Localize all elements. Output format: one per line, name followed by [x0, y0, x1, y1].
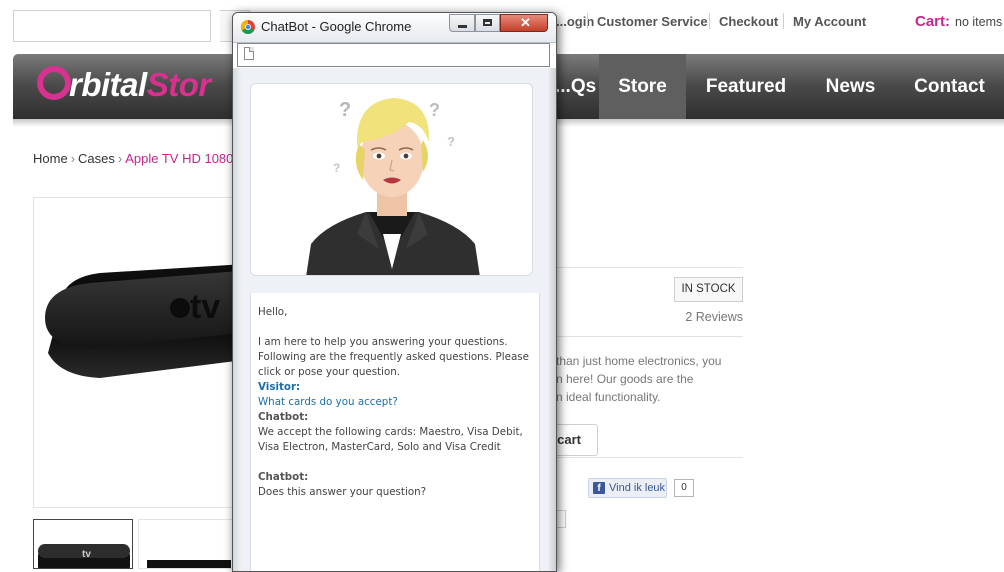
address-bar[interactable]	[237, 43, 550, 67]
svg-text:?: ?	[339, 99, 351, 121]
cart-label[interactable]: Cart:	[915, 13, 950, 30]
chatbot-label: Chatbot:	[258, 411, 309, 423]
divider	[709, 13, 710, 29]
close-icon: ✕	[520, 15, 531, 30]
logo-text: rbital	[69, 66, 147, 103]
nav-item-featured[interactable]: Featured	[686, 54, 806, 119]
product-thumbnail[interactable]	[138, 519, 238, 569]
minimize-icon	[458, 25, 467, 28]
store-logo[interactable]: rbitalStor	[37, 66, 211, 106]
svg-text:?: ?	[447, 134, 455, 149]
avatar-illustration: ? ? ? ?	[306, 98, 480, 275]
chatbot-content: ? ? ? ? Hello, I am here to help you ans…	[233, 68, 556, 571]
nav-item-contact[interactable]: Contact	[895, 54, 1004, 119]
chatbot-message: We accept the following cards: Maestro, …	[258, 426, 527, 453]
breadcrumb-separator: ›	[70, 151, 76, 166]
facebook-like-label: Vind ik leuk	[609, 482, 666, 494]
breadcrumb-current: Apple TV HD 1080	[125, 151, 234, 166]
reviews-link[interactable]: 2 Reviews	[650, 310, 743, 324]
nav-item-news[interactable]: News	[806, 54, 895, 119]
product-description-line: n ideal functionality.	[556, 390, 661, 404]
divider	[587, 13, 588, 29]
thumbnail-image	[147, 560, 231, 568]
chatbot-window[interactable]: ChatBot - Google Chrome ✕ ? ? ? ? Hello,…	[232, 12, 557, 572]
visitor-message[interactable]: What cards do you accept?	[258, 395, 530, 410]
svg-text:tv: tv	[190, 288, 220, 326]
my-account-link[interactable]: My Account	[793, 14, 866, 29]
divider	[783, 13, 784, 29]
chatbot-label: Chatbot:	[258, 471, 309, 483]
customer-service-link[interactable]: Customer Service	[597, 14, 708, 29]
login-link[interactable]: ...ogin	[556, 14, 594, 29]
window-title: ChatBot - Google Chrome	[261, 19, 412, 34]
divider	[556, 267, 743, 268]
breadcrumb-category[interactable]: Cases	[78, 151, 115, 166]
window-titlebar[interactable]: ChatBot - Google Chrome ✕	[233, 13, 556, 43]
thumbnail-image: tv	[38, 544, 130, 568]
facebook-icon: f	[593, 482, 605, 494]
minimize-button[interactable]	[449, 14, 475, 32]
facebook-like-count: 0	[674, 479, 694, 497]
divider	[556, 457, 743, 458]
facebook-like-button[interactable]: f Vind ik leuk	[588, 478, 667, 498]
chatbot-message: I am here to help you answering your que…	[258, 336, 533, 378]
scrollbar-track[interactable]	[548, 68, 556, 571]
svg-text:?: ?	[333, 161, 340, 175]
svg-text:tv: tv	[82, 549, 91, 560]
chat-log-panel[interactable]: Hello, I am here to help you answering yo…	[250, 293, 540, 571]
svg-text:?: ?	[429, 100, 440, 120]
breadcrumb-separator: ›	[117, 151, 123, 166]
divider	[556, 336, 743, 337]
logo-brand-text: Stor	[146, 66, 212, 103]
maximize-button[interactable]	[475, 14, 500, 32]
close-button[interactable]: ✕	[500, 14, 548, 32]
chat-spacer	[258, 320, 530, 335]
scrollbar-track[interactable]	[233, 68, 241, 571]
chatbot-message: Does this answer your question?	[258, 486, 427, 498]
product-description-line: than just home electronics, you	[556, 354, 722, 368]
chat-spacer	[258, 455, 530, 470]
visitor-label: Visitor:	[258, 381, 301, 393]
maximize-icon	[483, 19, 492, 26]
chat-log: Hello, I am here to help you answering yo…	[258, 305, 530, 500]
breadcrumb-home[interactable]: Home	[33, 151, 68, 166]
cart-value: no items	[955, 15, 1003, 29]
search-input[interactable]	[13, 10, 211, 42]
chatbot-avatar: ? ? ? ?	[250, 83, 533, 276]
checkout-link[interactable]: Checkout	[719, 14, 778, 29]
page-icon	[244, 47, 254, 60]
chatbot-message: Hello,	[258, 306, 288, 318]
breadcrumb: Home › Cases › Apple TV HD 1080	[33, 151, 233, 166]
logo-o-icon	[37, 66, 71, 100]
chrome-icon	[241, 20, 255, 34]
product-description-line: n here! Our goods are the	[556, 372, 694, 386]
nav-item-store[interactable]: Store	[599, 54, 686, 119]
stock-status-badge: IN STOCK	[674, 277, 743, 302]
product-thumbnail[interactable]: tv	[33, 519, 133, 569]
